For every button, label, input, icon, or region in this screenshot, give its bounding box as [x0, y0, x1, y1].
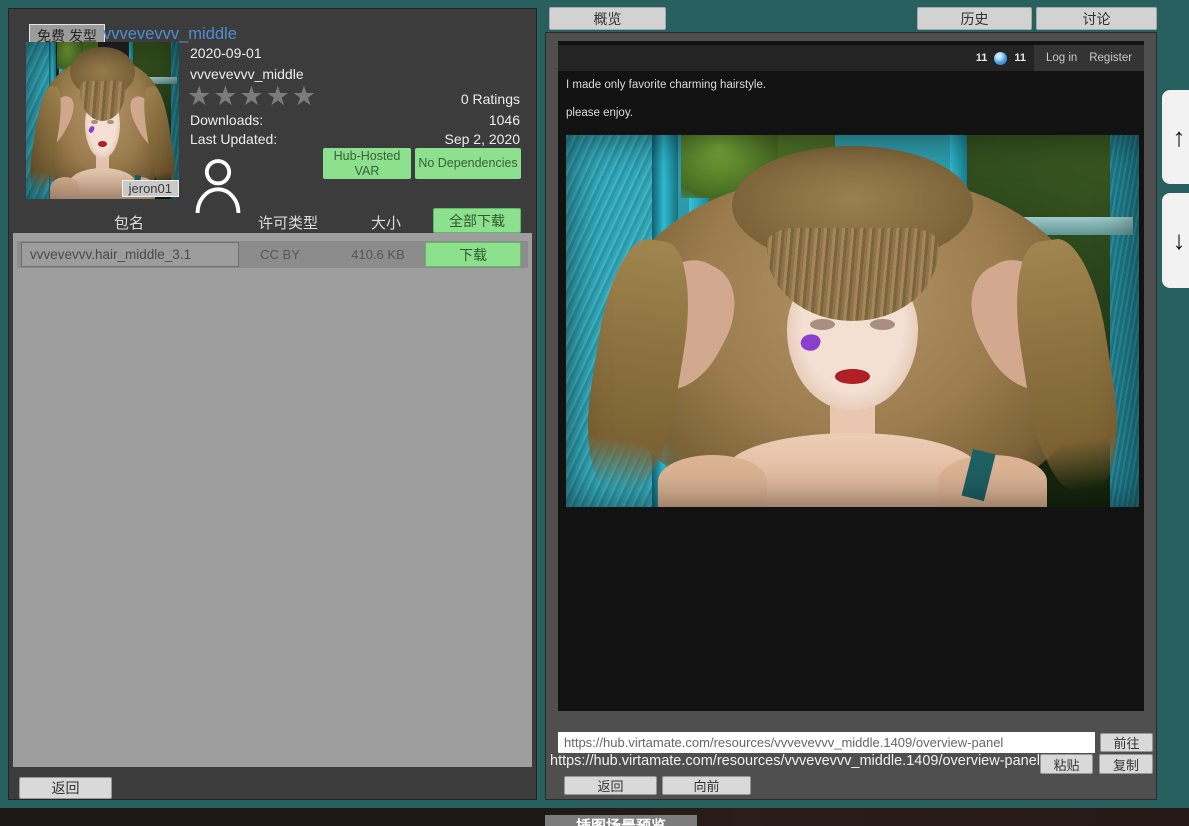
ratings-count: 0 Ratings: [461, 91, 520, 107]
package-name-cell[interactable]: vvvevevvv.hair_middle_3.1: [21, 242, 239, 267]
last-updated-label: Last Updated:: [190, 131, 277, 147]
downloads-value: 1046: [489, 112, 520, 128]
reaction-orb-icon: [994, 52, 1007, 65]
size-cell: 410.6 KB: [351, 247, 405, 262]
downloads-label: Downloads:: [190, 112, 263, 128]
url-input[interactable]: [558, 732, 1095, 753]
package-title: vvvevevvv_middle: [190, 66, 304, 82]
scroll-up-button[interactable]: ↑: [1162, 90, 1189, 184]
go-button[interactable]: 前往: [1100, 733, 1153, 752]
register-link[interactable]: Register: [1089, 52, 1132, 64]
art-shape: [26, 42, 179, 199]
art-shape: [566, 135, 1139, 507]
no-dependencies-badge: No Dependencies: [415, 148, 521, 179]
partial-clipped-button[interactable]: 插图场景预览: [545, 815, 697, 826]
table-row: vvvevevvv.hair_middle_3.1 CC BY 410.6 KB…: [17, 241, 528, 268]
scroll-down-button[interactable]: ↓: [1162, 193, 1189, 288]
count-left: 11: [976, 52, 988, 64]
description-line-1: I made only favorite charming hairstyle.: [566, 79, 766, 91]
tab-discussion[interactable]: 讨论: [1036, 7, 1157, 30]
resource-thumbnail: jeron01: [26, 42, 179, 199]
column-size: 大小: [371, 212, 401, 233]
resource-main-image: [566, 135, 1139, 507]
count-right: 11: [1014, 52, 1026, 64]
hub-hosted-var-badge: Hub-Hosted VAR: [323, 148, 411, 179]
panel-back-button[interactable]: 返回: [19, 777, 112, 799]
browser-forward-button[interactable]: 向前: [662, 776, 751, 795]
download-button[interactable]: 下载: [425, 242, 521, 267]
tab-overview[interactable]: 概览: [549, 7, 666, 30]
vam-hub-screen: 免费 发型 vvvevevvv_middle: [0, 0, 1189, 826]
resource-info-panel: 免费 发型 vvvevevvv_middle: [8, 8, 537, 800]
user-icon: [192, 155, 244, 213]
up-arrow-icon: ↑: [1173, 122, 1186, 153]
auth-links: Log in Register: [1034, 45, 1144, 71]
download-all-button[interactable]: 全部下载: [433, 208, 521, 233]
tab-history[interactable]: 历史: [917, 7, 1032, 30]
column-license-type: 许可类型: [258, 212, 318, 233]
webview: 11 11 Log in Register I made only favori…: [558, 41, 1144, 711]
rating-stars[interactable]: ★★★★★: [187, 81, 318, 112]
package-list: vvvevevvv.hair_middle_3.1 CC BY 410.6 KB…: [13, 233, 532, 767]
reaction-counts: 11 11: [976, 45, 1026, 71]
column-package-name: 包名: [114, 212, 144, 233]
license-cell: CC BY: [260, 247, 300, 262]
background-ui-bar: 插图场景预览: [0, 808, 1189, 826]
paste-button[interactable]: 粘贴: [1040, 754, 1093, 774]
release-date: 2020-09-01: [190, 45, 262, 61]
down-arrow-icon: ↓: [1173, 225, 1186, 256]
login-link[interactable]: Log in: [1046, 52, 1077, 64]
browser-panel: 11 11 Log in Register I made only favori…: [545, 32, 1157, 800]
browser-back-button[interactable]: 返回: [564, 776, 657, 795]
current-url-label: https://hub.virtamate.com/resources/vvve…: [550, 753, 1040, 769]
copy-button[interactable]: 复制: [1099, 754, 1153, 774]
last-updated-value: Sep 2, 2020: [444, 131, 520, 147]
author-label: jeron01: [122, 180, 179, 197]
description-line-2: please enjoy.: [566, 107, 633, 119]
webpage-header: 11 11 Log in Register: [558, 45, 1144, 71]
